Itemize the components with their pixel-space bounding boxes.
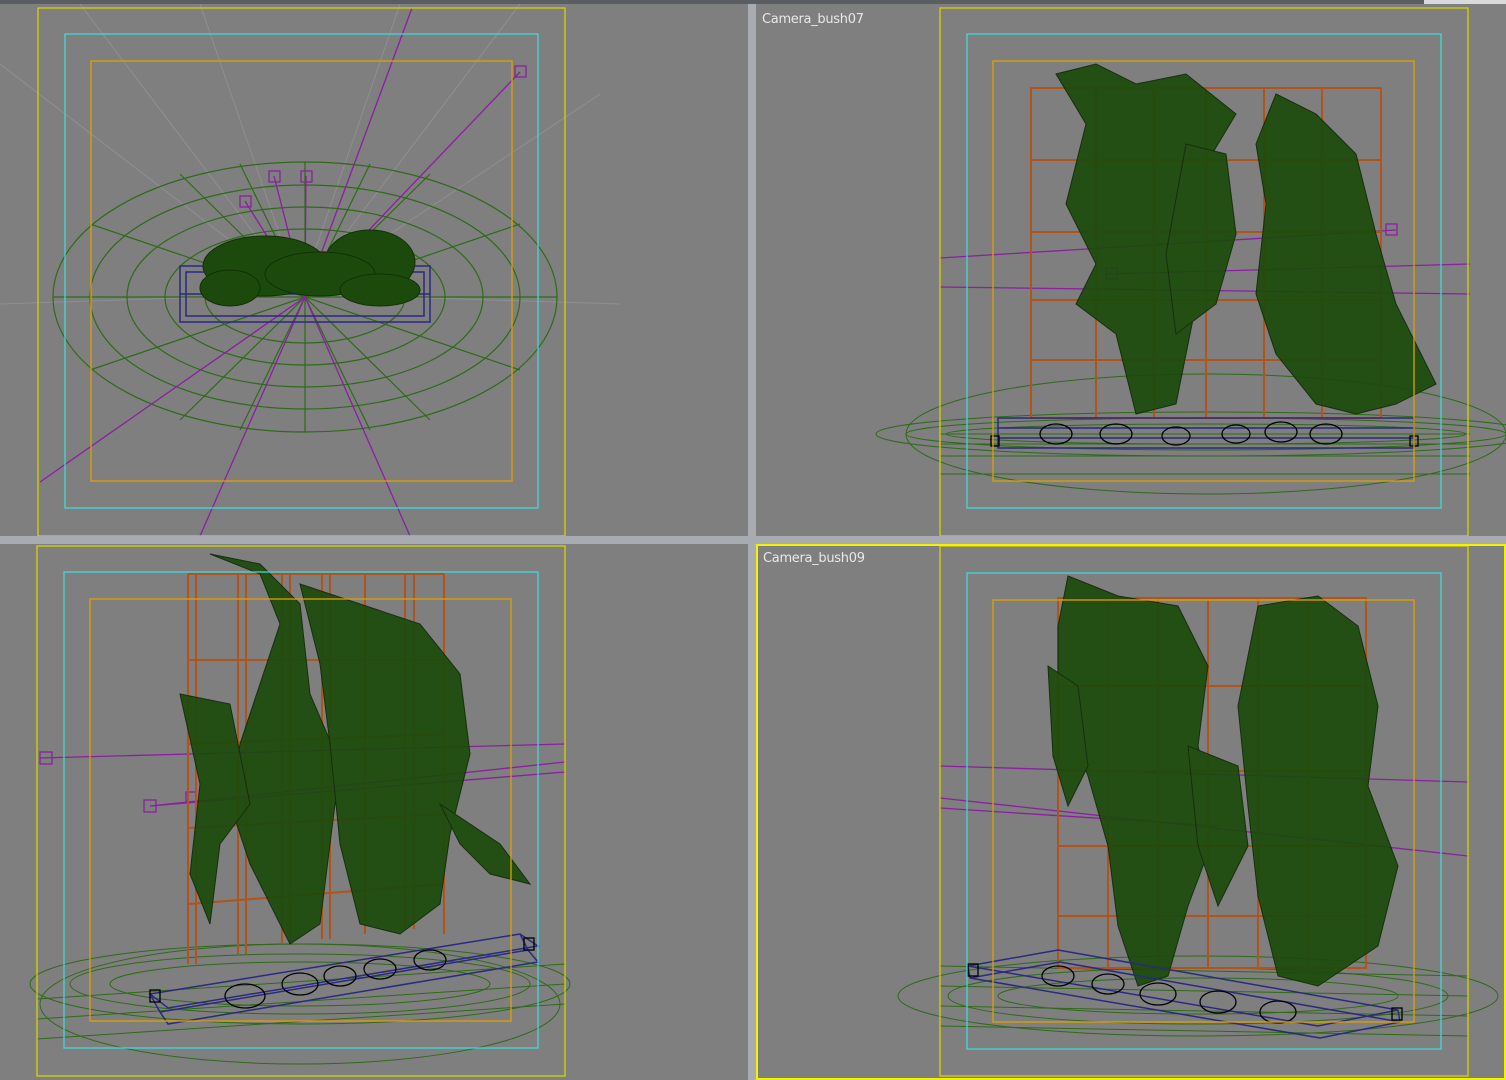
viewport-bottom-left[interactable] [0,544,748,1080]
viewport-label: Camera_bush07 [762,12,864,27]
viewport-camera-bush07[interactable]: Camera_bush07 [756,4,1506,536]
viewport-label: Camera_bush09 [763,551,865,566]
viewport-bottom-left-scene [29,545,571,1077]
viewport-top-left[interactable] [0,4,748,536]
viewport-camera-bush09-scene [897,546,1499,1077]
viewport-top-left-scene [0,4,621,536]
viewport-camera-bush07-scene [875,7,1506,536]
viewport-camera-bush09[interactable]: Camera_bush09 [756,544,1506,1080]
